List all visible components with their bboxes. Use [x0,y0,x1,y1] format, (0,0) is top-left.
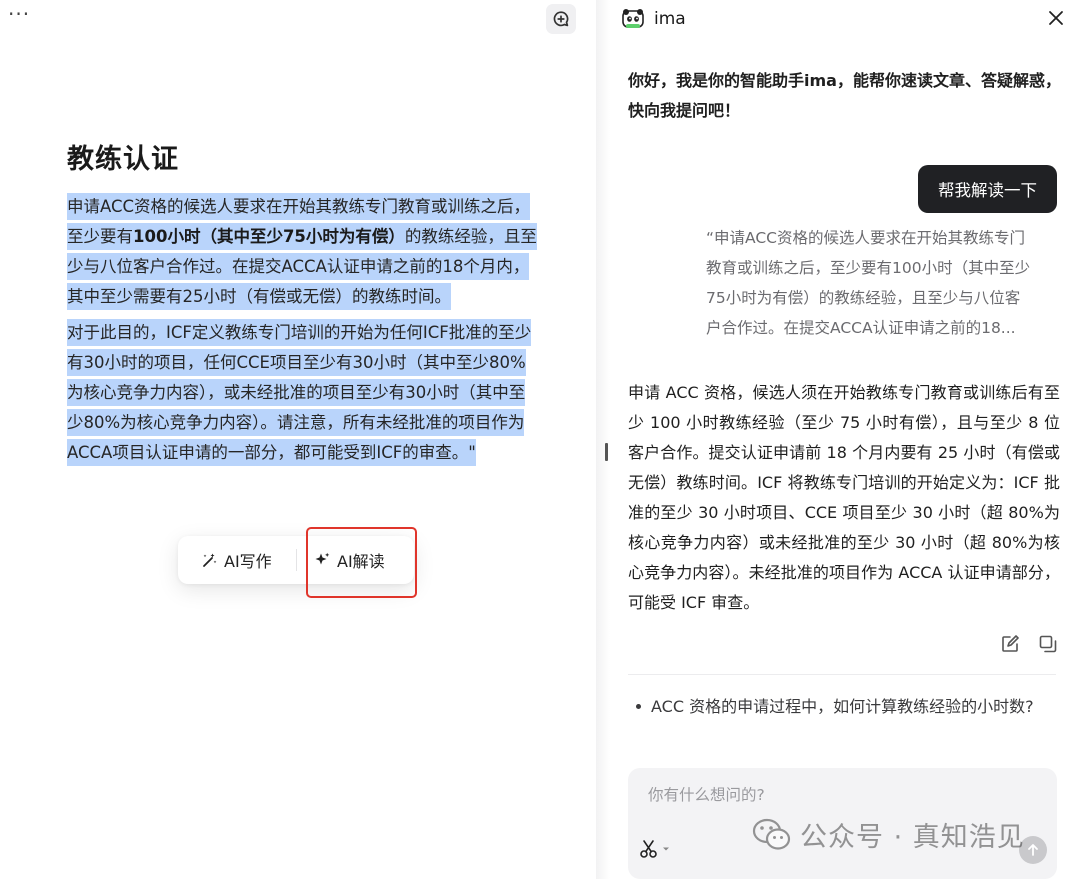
copy-icon [1039,635,1057,653]
edit-to-note-button[interactable] [1000,634,1020,654]
more-options-icon[interactable]: ··· [8,4,30,24]
divider-line [628,674,1056,675]
selected-text: 对于此目的，ICF定义教练专门培训的开始为任何ICF批准的至少有30小时的项目，… [67,319,532,466]
selected-text: 申请ACC资格的候选人要求在开始其教练专门教育或训练之后，至少要有100小时（其… [67,193,537,310]
close-icon[interactable] [1046,8,1066,28]
editor-pane: ··· 教练认证 申请ACC资格的候选人要求在开始其教练专门教育或训练之后，至少… [0,0,596,879]
new-chat-button[interactable] [546,4,576,34]
scissors-icon [640,840,657,858]
ai-interpret-button[interactable]: AI解读 [297,536,414,584]
assistant-name: ima [654,9,686,29]
ai-selection-toolbar: AI写作 AI解读 [178,536,414,584]
clip-tool-button[interactable] [638,838,670,860]
document-title: 教练认证 [67,144,179,175]
chat-input-box [628,768,1057,879]
document-paragraph-1[interactable]: 申请ACC资格的候选人要求在开始其教练专门教育或训练之后，至少要有100小时（其… [67,192,537,312]
ai-write-button[interactable]: AI写作 [178,536,296,584]
quote-line: “申请ACC资格的候选人要求在开始其教练专门 [706,229,1026,247]
chat-header: ima [622,6,686,32]
document-paragraph-2[interactable]: 对于此目的，ICF定义教练专门培训的开始为任何ICF批准的至少有30小时的项目，… [67,318,537,468]
answer-actions [1000,634,1058,654]
quote-line: 75小时为有偿）的教练经验，且至少与八位客 [706,289,1021,307]
quote-line: 教育或训练之后，至少要有100小时（其中至少 [706,259,1031,277]
magic-wand-icon [203,553,217,567]
suggested-question-text: ACC 资格的申请过程中，如何计算教练经验的小时数? [651,697,1034,716]
pane-divider [596,0,610,879]
chat-plus-icon [553,11,569,27]
panda-logo-icon [622,9,644,28]
bullet-dot [636,704,641,709]
chevron-down-icon [663,847,669,851]
edit-icon [1002,635,1019,652]
copy-button[interactable] [1038,634,1058,654]
suggested-question[interactable]: ACC 资格的申请过程中，如何计算教练经验的小时数? [636,692,1046,721]
assistant-greeting: 你好，我是你的智能助手ima，能帮你速读文章、答疑解惑，快向我提问吧！ [628,71,1061,120]
document: 教练认证 申请ACC资格的候选人要求在开始其教练专门教育或训练之后，至少要有10… [67,140,537,468]
ai-write-label: AI写作 [224,552,272,571]
chat-input[interactable] [648,786,1038,804]
resize-handle[interactable] [605,443,608,461]
quote-line: 户合作过。在提交ACCA认证申请之前的18... [706,319,1016,337]
paragraph-1-bold-text: 100小时（其中至少75小时为有偿） [133,227,405,246]
sparkle-icon [315,552,330,565]
ai-interpret-label: AI解读 [337,552,385,571]
assistant-answer: 申请 ACC 资格，候选人须在开始教练专门教育或训练后有至少 100 小时教练经… [628,383,1060,612]
chat-pane: ima 你好，我是你的智能助手ima，能帮你速读文章、答疑解惑，快向我提问吧！ … [610,0,1080,879]
user-message-bubble: 帮我解读一下 [918,165,1057,213]
quoted-selection: “申请ACC资格的候选人要求在开始其教练专门 教育或训练之后，至少要有100小时… [706,223,1058,343]
send-button[interactable] [1019,836,1047,864]
arrow-up-icon [1028,844,1038,856]
